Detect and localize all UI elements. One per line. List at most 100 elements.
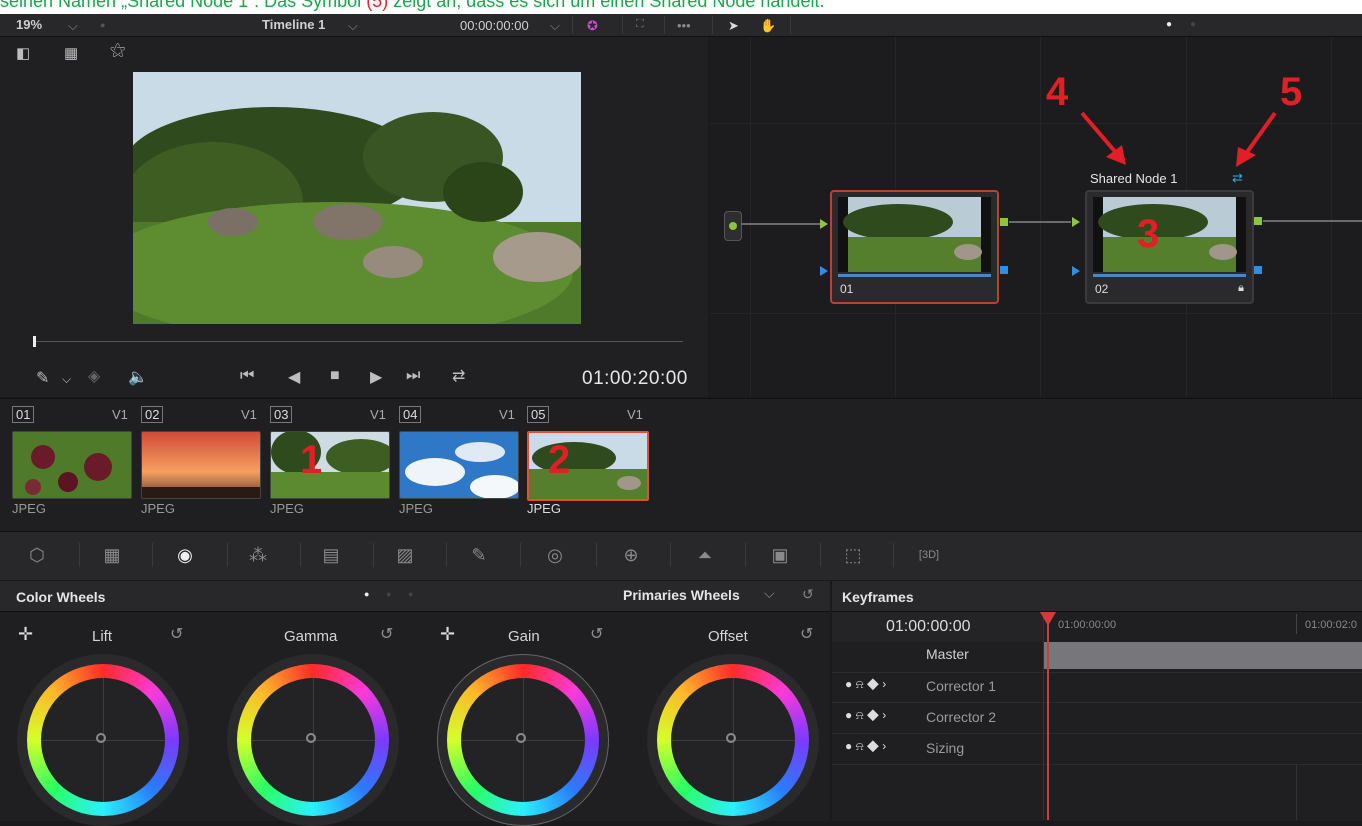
tracker-icon[interactable]: ⊕	[616, 540, 646, 570]
top-timecode: 00:00:00:00	[460, 18, 529, 33]
clip-thumbnail-01[interactable]	[12, 431, 132, 499]
key-icon[interactable]: ▣	[765, 540, 795, 570]
grid-icon[interactable]: ▦	[64, 44, 78, 62]
hand-icon[interactable]: ✋	[760, 18, 776, 34]
clip-track: V1	[627, 407, 643, 422]
eyedropper-chevron-icon[interactable]: ⌵	[62, 372, 71, 387]
lock-icon: 🔒︎	[1238, 282, 1244, 294]
wheel-label-gain: Gain	[508, 628, 540, 645]
clip-number: 03	[270, 406, 293, 423]
kf-row-controls[interactable]: ● ⍾ ◆ ›	[845, 708, 886, 723]
reset-gain-icon[interactable]: ↺	[590, 624, 603, 644]
3d-icon[interactable]: [3D]	[914, 540, 944, 570]
qualifier-icon[interactable]: ✎	[464, 540, 494, 570]
rgb-mixer-icon[interactable]: ⁂	[243, 540, 273, 570]
zoom-dropdown[interactable]: 19%	[16, 17, 42, 32]
gamma-wheel[interactable]	[237, 664, 389, 816]
stop-icon[interactable]: ■	[330, 367, 340, 385]
node-01[interactable]: 01	[830, 190, 999, 304]
crosshair-icon[interactable]: ✛	[18, 624, 33, 645]
kf-row-controls[interactable]: ● ⍾ ◆ ›	[845, 739, 886, 754]
more-options-icon[interactable]: •••	[677, 18, 691, 33]
node-editor[interactable]	[710, 37, 1362, 397]
page-dot-icon: ●	[1190, 19, 1197, 30]
annotation-arrows	[1080, 111, 1277, 167]
caption-text: seinen Namen „Shared Node 1“. Das Symbol…	[0, 0, 825, 11]
node2-rgb-output[interactable]	[1254, 217, 1262, 225]
clip-thumbnail-05[interactable]	[527, 431, 649, 501]
curves-icon[interactable]: ▨	[390, 540, 420, 570]
window-icon[interactable]: ◎	[540, 540, 570, 570]
highlight-icon[interactable]: ✪	[587, 18, 598, 34]
dot-icon: ●	[100, 20, 106, 30]
speaker-icon[interactable]: 🔈	[128, 367, 148, 387]
timeline-name[interactable]: Timeline 1	[262, 17, 325, 32]
scrub-handle[interactable]	[33, 336, 36, 347]
clip-type: JPEG	[270, 501, 304, 516]
skip-start-icon[interactable]: ⏮	[240, 367, 254, 385]
play-reverse-icon[interactable]: ◀	[288, 367, 300, 387]
playhead[interactable]	[1047, 616, 1049, 820]
magic-wand-icon[interactable]: ⚝	[110, 42, 126, 60]
reset-gamma-icon[interactable]: ↺	[380, 624, 393, 644]
node2-rgb-input[interactable]	[1072, 217, 1080, 227]
fullscreen-icon[interactable]: ⛶	[636, 18, 644, 31]
play-icon[interactable]: ▶	[370, 367, 382, 387]
caption-strip: seinen Namen „Shared Node 1“. Das Symbol…	[0, 0, 1362, 14]
clip-thumbnail-03[interactable]	[270, 431, 390, 499]
kf-row[interactable]	[832, 734, 1362, 765]
chevron-down-icon[interactable]: ⌵	[68, 18, 78, 34]
offset-wheel[interactable]	[657, 664, 809, 816]
loop-icon[interactable]: ⇄	[452, 366, 465, 386]
eyedropper-icon[interactable]: ✎	[36, 368, 49, 388]
kf-row-controls[interactable]: ● ⍾ ◆ ›	[845, 677, 886, 692]
motion-effects-icon[interactable]: ▤	[316, 540, 346, 570]
annotation-2: 2	[548, 438, 571, 482]
color-wheels-icon[interactable]: ◉	[170, 540, 200, 570]
clip-track: V1	[241, 407, 257, 422]
page-dot-active-icon: ●	[1166, 19, 1173, 30]
node-02[interactable]: 02 🔒︎	[1085, 190, 1254, 304]
crosshair-icon[interactable]: ✛	[440, 624, 455, 645]
skip-end-icon[interactable]: ⏭	[406, 367, 420, 385]
clip-number: 04	[399, 406, 422, 423]
annotation-4: 4	[1046, 70, 1069, 114]
sizing-icon[interactable]: ⬚	[838, 540, 868, 570]
reset-offset-icon[interactable]: ↺	[800, 624, 813, 644]
color-match-icon[interactable]: ▦	[97, 540, 127, 570]
kf-master-label: Master	[926, 646, 969, 662]
layers-icon[interactable]: ◈	[88, 366, 100, 386]
kf-row-name: Corrector 1	[926, 678, 997, 694]
clip-track: V1	[499, 407, 515, 422]
node2-alpha-output[interactable]	[1254, 266, 1262, 274]
camera-raw-icon[interactable]: ⬡	[22, 540, 52, 570]
kf-divider	[1043, 612, 1044, 820]
reset-all-icon[interactable]: ↺	[802, 586, 814, 603]
reset-lift-icon[interactable]: ↺	[170, 624, 183, 644]
node1-rgb-input[interactable]	[820, 219, 828, 229]
primaries-mode-dropdown[interactable]: Primaries Wheels	[623, 587, 740, 603]
node1-alpha-output[interactable]	[1000, 266, 1008, 274]
node1-rgb-output[interactable]	[1000, 218, 1008, 226]
pointer-icon[interactable]: ➤	[728, 18, 739, 34]
clip-thumbnail-02[interactable]	[141, 431, 261, 499]
scrub-bar[interactable]	[36, 341, 683, 342]
page-dot-icon: ●	[408, 589, 414, 599]
kf-master-track[interactable]	[1044, 642, 1362, 669]
kf-row[interactable]	[832, 703, 1362, 734]
node2-alpha-input[interactable]	[1072, 266, 1080, 276]
wheel-label-gamma: Gamma	[284, 628, 338, 645]
split-screen-icon[interactable]: ◧	[16, 44, 30, 62]
kf-row-name: Sizing	[926, 740, 965, 756]
mode-chevron-icon[interactable]: ⌵	[764, 585, 775, 602]
lift-wheel[interactable]	[27, 664, 179, 816]
source-input[interactable]	[724, 211, 742, 241]
timeline-chevron-icon[interactable]: ⌵	[348, 18, 358, 34]
kf-row[interactable]	[832, 672, 1362, 703]
gain-wheel[interactable]	[447, 664, 599, 816]
timecode-chevron-icon[interactable]: ⌵	[550, 18, 560, 34]
node1-alpha-input[interactable]	[820, 266, 828, 276]
link-node2-output	[1263, 220, 1362, 222]
blur-icon[interactable]: ⏶	[690, 540, 720, 570]
clip-thumbnail-04[interactable]	[399, 431, 519, 499]
